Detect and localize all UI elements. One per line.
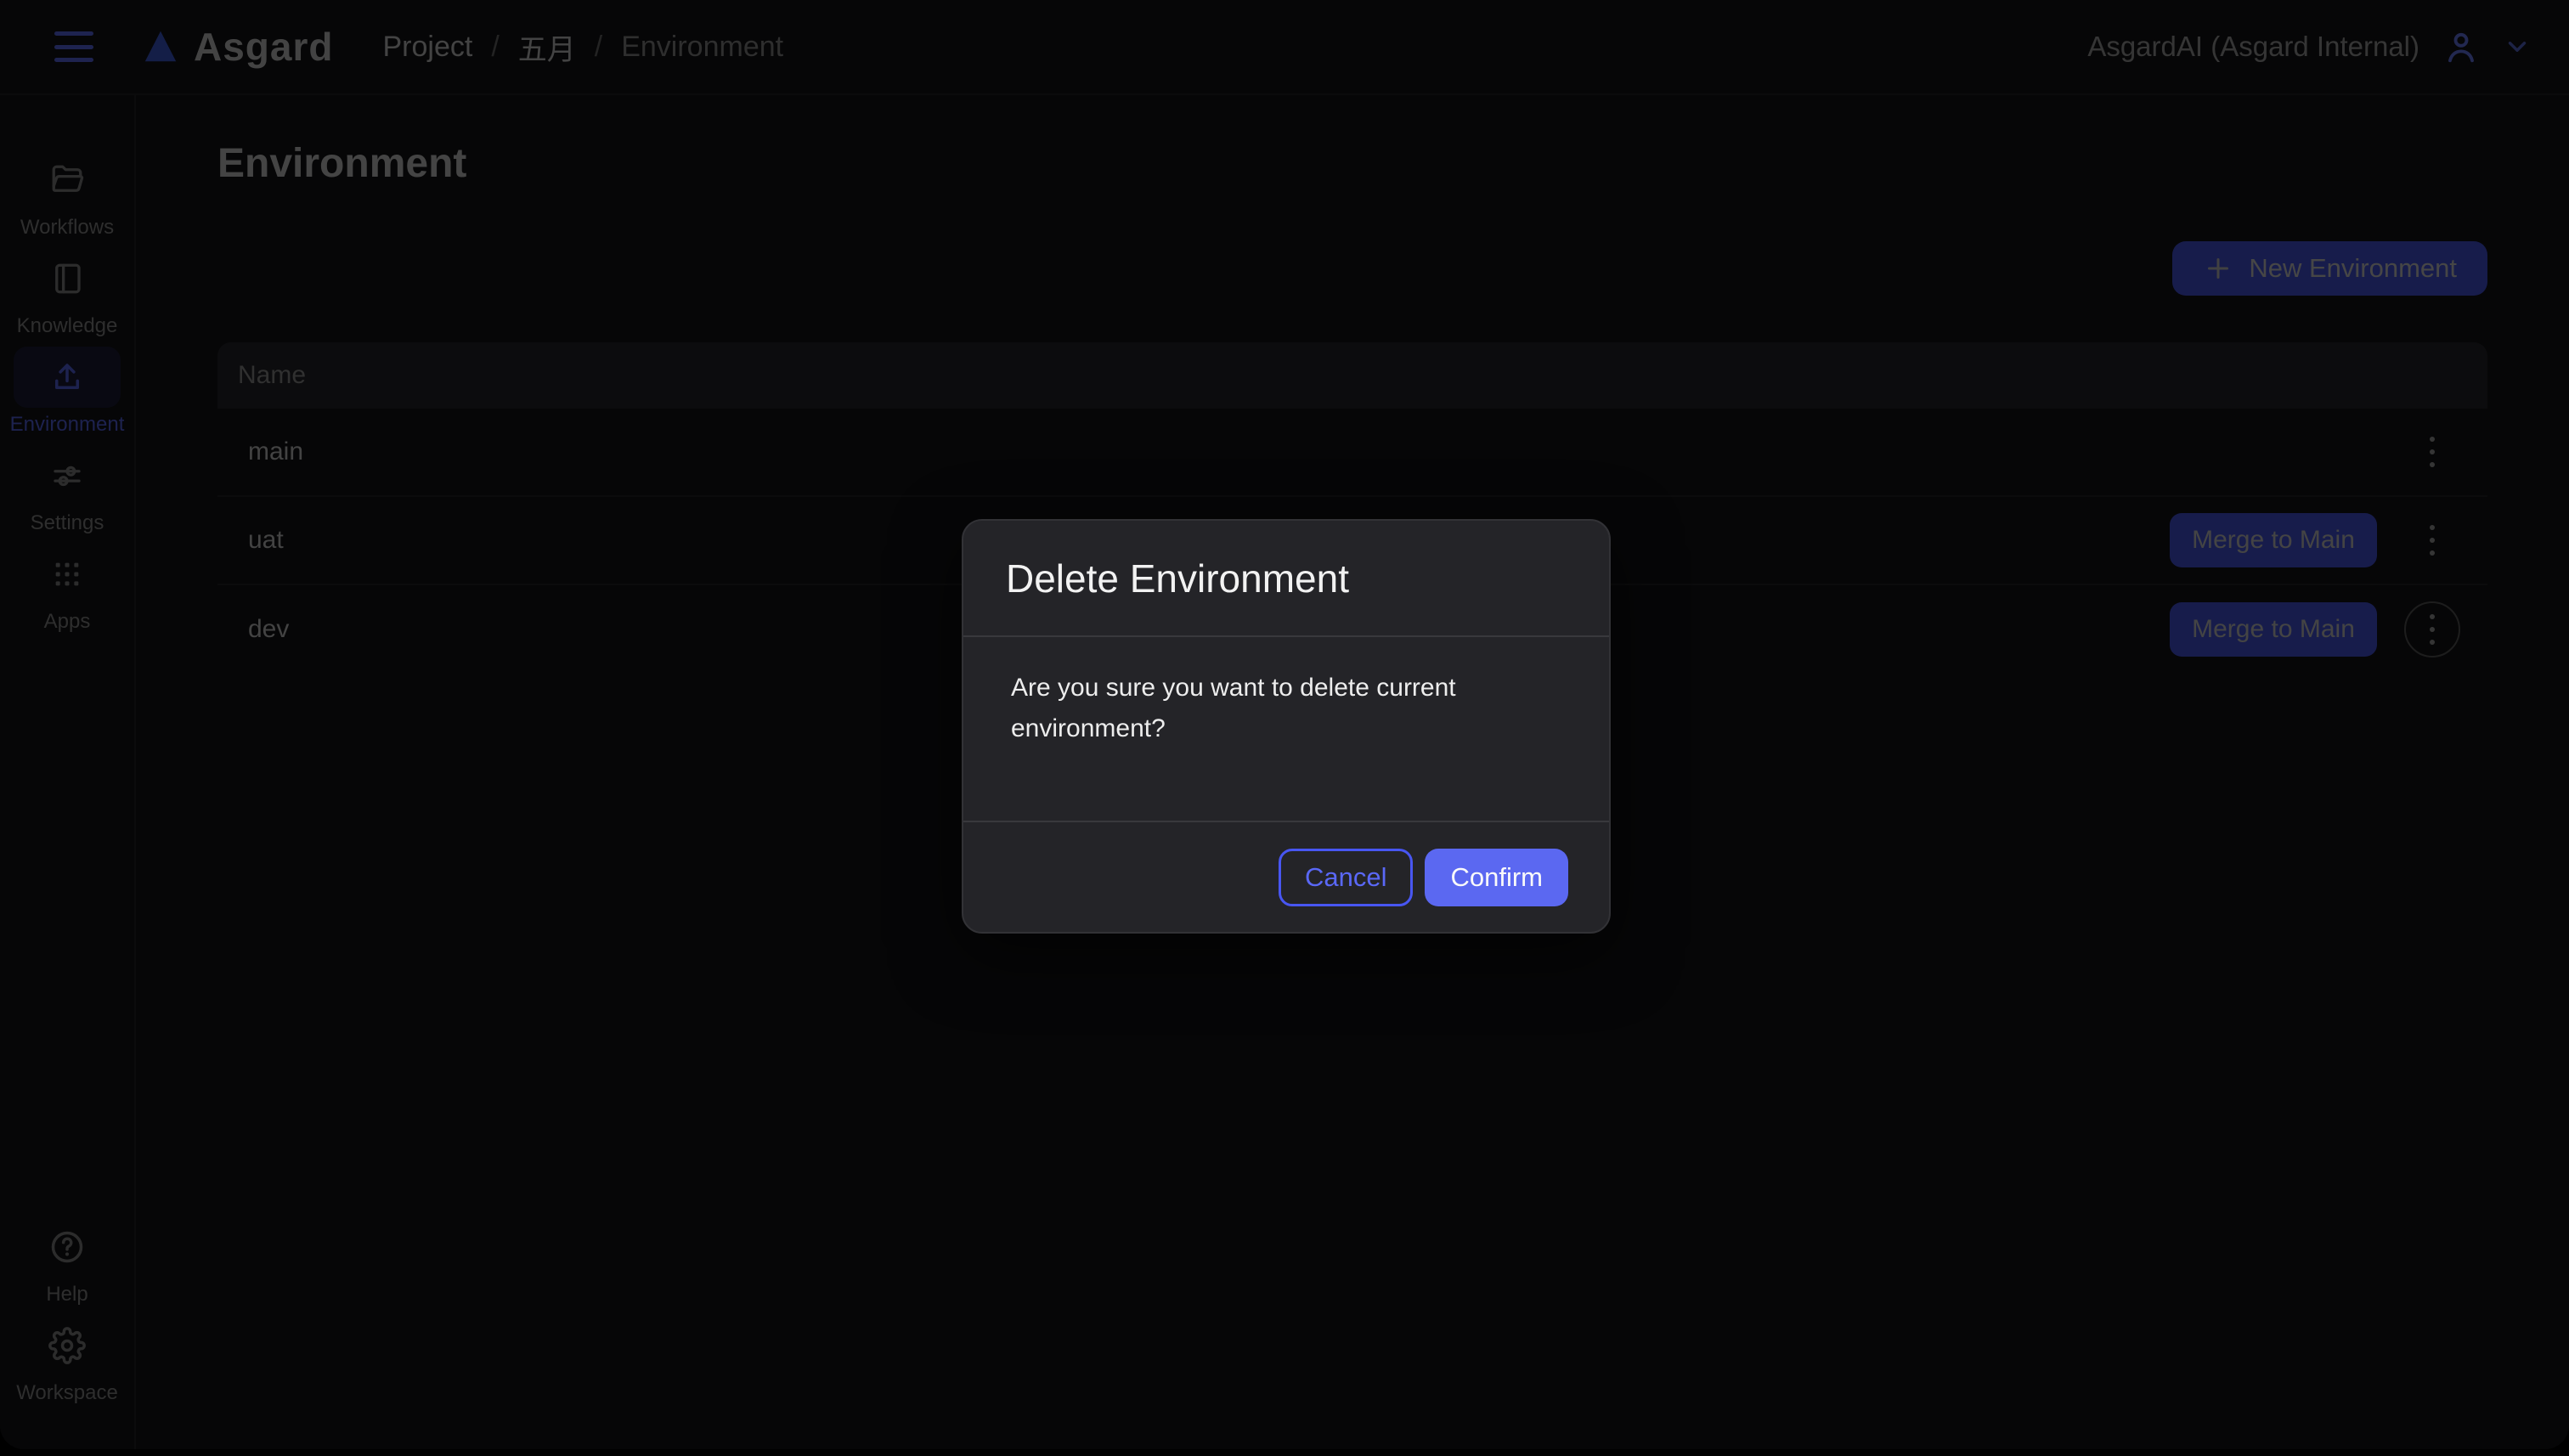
delete-environment-modal: Delete Environment Are you sure you want… — [962, 519, 1611, 934]
modal-title: Delete Environment — [1006, 556, 1349, 601]
confirm-button[interactable]: Confirm — [1425, 849, 1568, 906]
cancel-button[interactable]: Cancel — [1279, 849, 1414, 906]
modal-body: Are you sure you want to delete current … — [963, 637, 1609, 821]
modal-message: Are you sure you want to delete current … — [1011, 668, 1521, 749]
modal-header: Delete Environment — [963, 521, 1609, 637]
modal-footer: Cancel Confirm — [963, 821, 1609, 932]
